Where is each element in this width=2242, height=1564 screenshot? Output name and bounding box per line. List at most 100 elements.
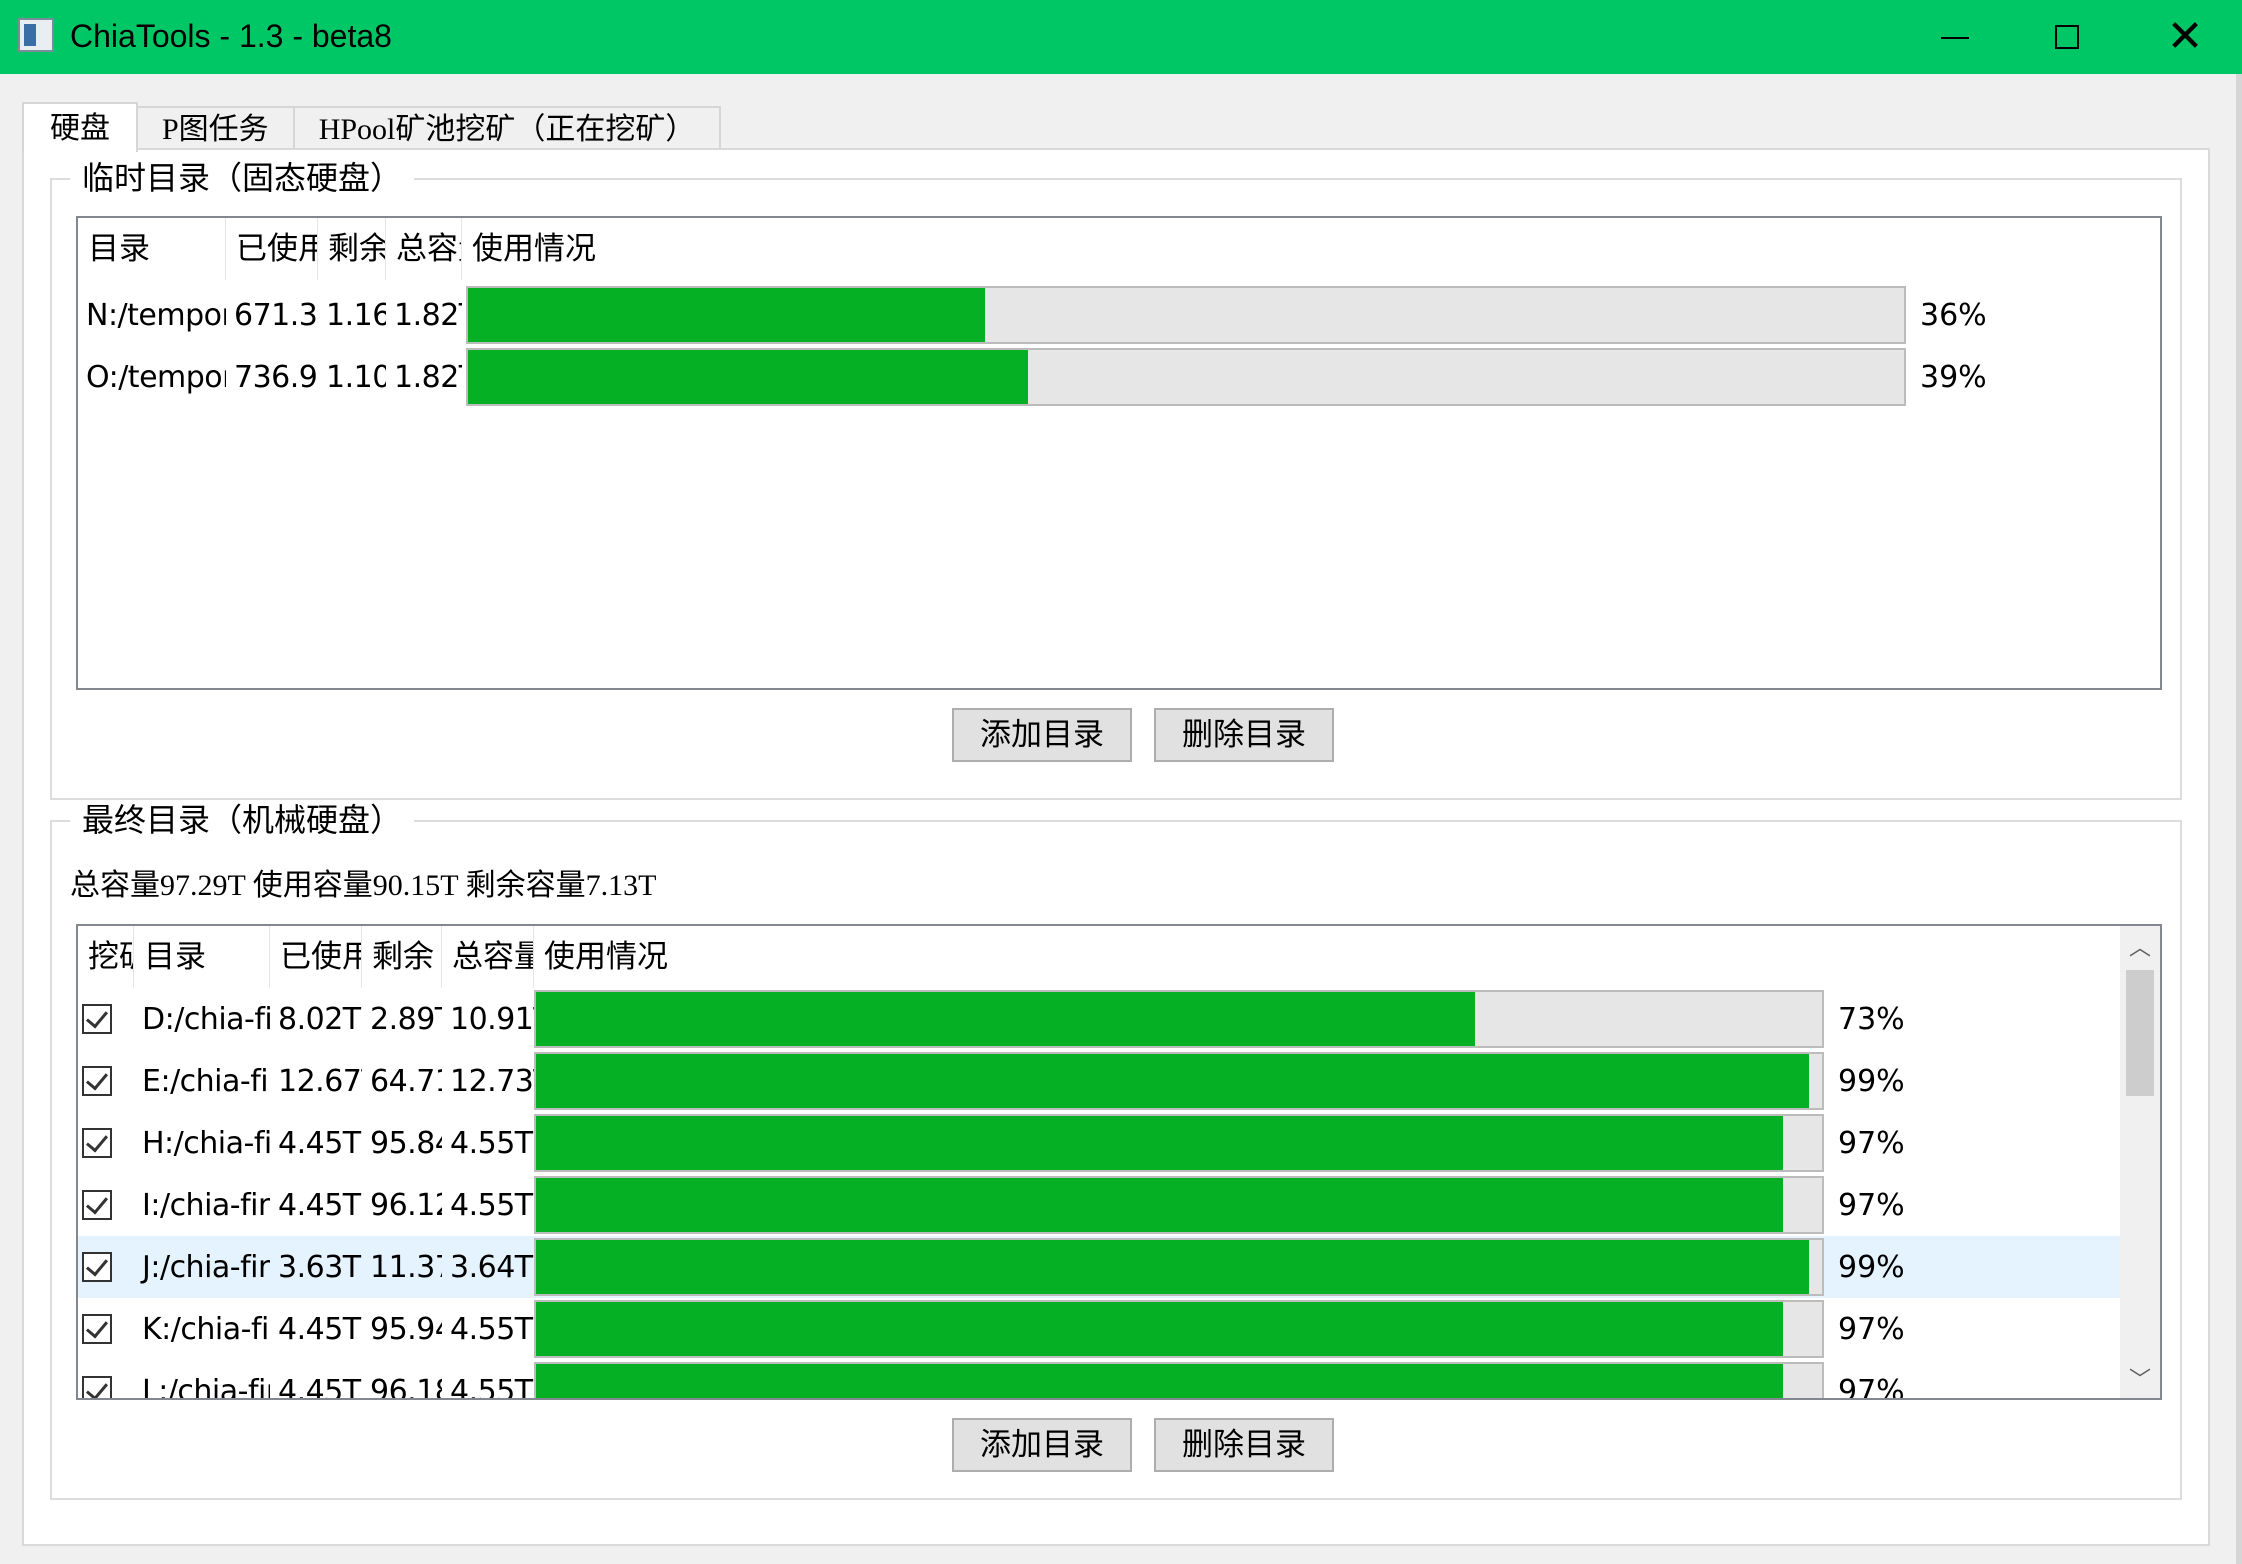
col-free[interactable]: 剩余	[318, 218, 386, 280]
usage-progress-fill	[468, 288, 985, 342]
table-row[interactable]: L:/chia-final 4.45T 96.18G 4.55T 97%	[78, 1360, 2122, 1400]
mining-checkbox[interactable]	[82, 1128, 112, 1158]
table-row[interactable]: K:/chia-final 4.45T 95.94G 4.55T 97%	[78, 1298, 2122, 1360]
close-icon: ✕	[2166, 12, 2204, 61]
close-button[interactable]: ✕	[2130, 0, 2240, 74]
temp-dir-group: 临时目录（固态硬盘） 目录 已使用 剩余 总容量 使用情况 N:/tempora…	[50, 158, 2182, 800]
scroll-up-icon[interactable]: ︿	[2120, 926, 2160, 966]
col-total[interactable]: 总容量	[386, 218, 462, 280]
cell-dir: O:/temporary	[86, 359, 226, 395]
final-dir-legend: 最终目录（机械硬盘）	[70, 800, 415, 840]
tab-strip: 硬盘 P图任务 HPool矿池挖矿（正在挖矿）	[22, 102, 722, 152]
capacity-summary: 总容量97.29T 使用容量90.15T 剩余容量7.13T	[70, 869, 657, 902]
cell-free: 95.94G	[370, 1311, 442, 1347]
usage-progress-bar	[466, 348, 1906, 406]
vertical-scrollbar[interactable]: ︿ ﹀	[2120, 926, 2160, 1398]
cell-total: 4.55T	[450, 1373, 533, 1400]
usage-progress-fill	[536, 1178, 1784, 1232]
col-mining[interactable]: 挖矿	[78, 926, 134, 988]
usage-percent: 39%	[1920, 359, 1987, 395]
cell-total: 4.55T	[450, 1125, 533, 1161]
temp-dir-list[interactable]: 目录 已使用 剩余 总容量 使用情况 N:/temporary 671.34G …	[76, 216, 2162, 690]
mining-checkbox[interactable]	[82, 1252, 112, 1282]
usage-progress-bar	[466, 286, 1906, 344]
cell-dir: H:/chia-final	[142, 1125, 270, 1161]
table-row[interactable]: I:/chia-final 4.45T 96.12G 4.55T 97%	[78, 1174, 2122, 1236]
usage-percent: 36%	[1920, 297, 1987, 333]
usage-progress-fill	[536, 1302, 1784, 1356]
table-row[interactable]: E:/chia-final 12.67T 64.71G 12.73T 99%	[78, 1050, 2122, 1112]
usage-percent: 73%	[1838, 1001, 1905, 1037]
cell-used: 4.45T	[278, 1125, 361, 1161]
temp-dir-legend: 临时目录（固态硬盘）	[70, 158, 415, 198]
table-row[interactable]: H:/chia-final 4.45T 95.84G 4.55T 97%	[78, 1112, 2122, 1174]
col-dir[interactable]: 目录	[78, 218, 226, 280]
cell-free: 11.37G	[370, 1249, 442, 1285]
usage-progress-bar	[534, 1238, 1824, 1296]
usage-percent: 97%	[1838, 1373, 1905, 1400]
table-row[interactable]: N:/temporary 671.34G 1.16T 1.82T 36%	[78, 284, 1987, 346]
mining-checkbox[interactable]	[82, 1004, 112, 1034]
usage-percent: 97%	[1838, 1125, 1905, 1161]
usage-progress-fill	[536, 1054, 1810, 1108]
table-row-selected[interactable]: J:/chia-final 3.63T 11.37G 3.64T 99%	[78, 1236, 2122, 1298]
cell-dir: K:/chia-final	[142, 1311, 270, 1347]
col-usage[interactable]: 使用情况	[534, 926, 1434, 988]
cell-total: 4.55T	[450, 1187, 533, 1223]
usage-percent: 99%	[1838, 1249, 1905, 1285]
cell-dir: J:/chia-final	[142, 1249, 270, 1285]
col-dir[interactable]: 目录	[134, 926, 270, 988]
temp-delete-dir-button[interactable]: 删除目录	[1154, 708, 1334, 762]
usage-percent: 97%	[1838, 1187, 1905, 1223]
cell-used: 4.45T	[278, 1187, 361, 1223]
minimize-button[interactable]	[1900, 0, 2010, 74]
mining-checkbox[interactable]	[82, 1066, 112, 1096]
mining-checkbox[interactable]	[82, 1376, 112, 1398]
final-list-header: 挖矿 目录 已使用 剩余 总容量 使用情况	[78, 926, 1434, 988]
cell-total: 4.55T	[450, 1311, 533, 1347]
tab-plot-tasks[interactable]: P图任务	[138, 106, 295, 150]
col-used[interactable]: 已使用	[270, 926, 362, 988]
cell-used: 4.45T	[278, 1373, 361, 1400]
usage-progress-bar	[534, 1300, 1824, 1358]
final-dir-group: 最终目录（机械硬盘） 总容量97.29T 使用容量90.15T 剩余容量7.13…	[50, 800, 2182, 1500]
mining-checkbox[interactable]	[82, 1190, 112, 1220]
title-bar: ChiaTools - 1.3 - beta8 ✕	[0, 0, 2242, 74]
tab-disks[interactable]: 硬盘	[22, 102, 138, 152]
maximize-icon	[2055, 25, 2079, 49]
temp-add-dir-button[interactable]: 添加目录	[952, 708, 1132, 762]
usage-progress-fill	[536, 992, 1475, 1046]
final-dir-list[interactable]: 挖矿 目录 已使用 剩余 总容量 使用情况 D:/chia-final 8.02…	[76, 924, 2162, 1400]
usage-progress-fill	[468, 350, 1029, 404]
table-row[interactable]: O:/temporary 736.94G 1.10T 1.82T 39%	[78, 346, 1987, 408]
cell-free: 96.12G	[370, 1187, 442, 1223]
cell-free: 95.84G	[370, 1125, 442, 1161]
usage-progress-bar	[534, 1176, 1824, 1234]
usage-percent: 99%	[1838, 1063, 1905, 1099]
final-add-dir-button[interactable]: 添加目录	[952, 1418, 1132, 1472]
usage-progress-bar	[534, 990, 1824, 1048]
cell-total: 3.64T	[450, 1249, 533, 1285]
cell-free: 1.16T	[326, 297, 386, 333]
final-delete-dir-button[interactable]: 删除目录	[1154, 1418, 1334, 1472]
col-usage[interactable]: 使用情况	[462, 218, 1542, 280]
usage-progress-bar	[534, 1052, 1824, 1110]
scroll-down-icon[interactable]: ﹀	[2120, 1358, 2160, 1398]
cell-total: 1.82T	[394, 297, 462, 333]
scroll-thumb[interactable]	[2126, 970, 2154, 1096]
tab-hpool-mining[interactable]: HPool矿池挖矿（正在挖矿）	[294, 106, 722, 150]
cell-total: 1.82T	[394, 359, 462, 395]
col-free[interactable]: 剩余	[362, 926, 442, 988]
cell-used: 671.34G	[234, 297, 318, 333]
col-used[interactable]: 已使用	[226, 218, 318, 280]
mining-checkbox[interactable]	[82, 1314, 112, 1344]
cell-dir: N:/temporary	[86, 297, 226, 333]
cell-used: 736.94G	[234, 359, 318, 395]
maximize-button[interactable]	[2012, 0, 2122, 74]
table-row[interactable]: D:/chia-final 8.02T 2.89T 10.91T 73%	[78, 988, 2122, 1050]
window-title: ChiaTools - 1.3 - beta8	[70, 18, 392, 54]
cell-dir: L:/chia-final	[142, 1373, 270, 1400]
col-total[interactable]: 总容量	[442, 926, 534, 988]
window-edge	[2236, 74, 2242, 1564]
window-client: 硬盘 P图任务 HPool矿池挖矿（正在挖矿） 临时目录（固态硬盘） 目录 已使…	[0, 74, 2242, 1564]
